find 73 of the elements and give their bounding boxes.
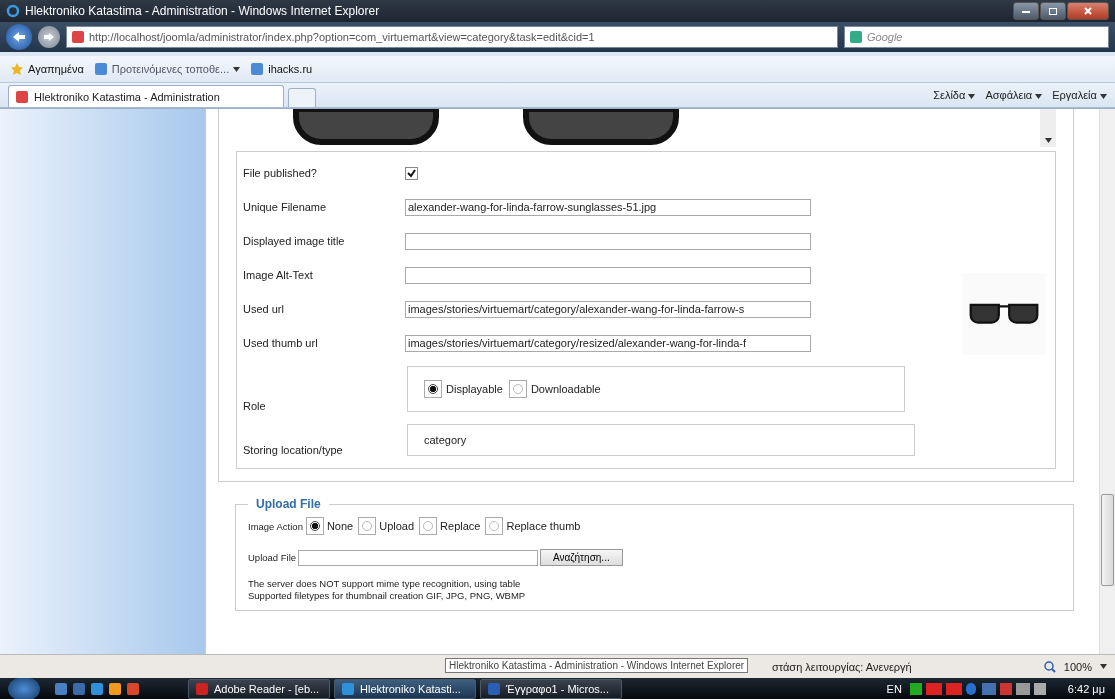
favorites-item[interactable]: Αγαπημένα bbox=[10, 62, 84, 76]
role-radio[interactable] bbox=[512, 384, 523, 394]
field-label: Image Alt-Text bbox=[243, 269, 313, 281]
field-label: Used url bbox=[243, 303, 284, 315]
input-field[interactable]: images/stories/virtuemart/category/alexander-wang-for-linda-farrow-s bbox=[405, 300, 811, 318]
scrollbar[interactable] bbox=[1099, 109, 1115, 654]
clock[interactable]: 6:42 μμ bbox=[1067, 682, 1105, 695]
star-icon bbox=[10, 62, 24, 76]
input-field[interactable]: images/stories/virtuemart/category/resized/alexander-wang-for-linda-f bbox=[405, 334, 811, 352]
tooltip: Hlektroniko Katastima - Administration - Windows Internet Explorer bbox=[445, 658, 749, 673]
field-label: Storing location/type bbox=[243, 444, 343, 456]
browser-tab[interactable]: Hlektroniko Katastima - Administration bbox=[8, 85, 284, 107]
info-text: Supported filetypes for thumbnail creation GIF, JPG, PNG, WBMP bbox=[248, 590, 527, 602]
action-radio[interactable] bbox=[423, 521, 434, 531]
option-label: Upload bbox=[379, 520, 415, 532]
field-label: Upload File bbox=[248, 552, 297, 563]
zoom-control[interactable]: 100% bbox=[1043, 660, 1107, 673]
option-label: None bbox=[326, 520, 354, 532]
taskbar-button[interactable]: Hlektroniko Katasti... bbox=[334, 678, 476, 699]
input-field[interactable] bbox=[405, 232, 811, 250]
field-label: Image Action bbox=[248, 520, 303, 532]
taskbar-button[interactable]: Adobe Reader - [eb... bbox=[188, 678, 330, 699]
storage-value: category bbox=[407, 424, 915, 456]
maximize-button[interactable] bbox=[1040, 2, 1066, 20]
role-radio[interactable] bbox=[428, 384, 438, 394]
window-title: Hlektroniko Katastima - Administration - Windows Internet Explorer bbox=[25, 4, 381, 18]
forward-arrow-icon bbox=[44, 33, 54, 41]
command-menu[interactable]: Εργαλεία bbox=[1052, 89, 1107, 101]
input-field[interactable]: alexander-wang-for-linda-farrow-sunglasses-51.jpg bbox=[405, 198, 811, 216]
option-label: Displayable bbox=[446, 383, 503, 395]
caret-icon bbox=[968, 94, 976, 99]
taskbar-button[interactable]: Έγγραφο1 - Micros... bbox=[480, 678, 622, 699]
input-field[interactable] bbox=[405, 266, 811, 284]
back-arrow-icon bbox=[13, 32, 25, 42]
info-text: The server does NOT support mime type recognition, using table bbox=[248, 578, 522, 590]
maximize-icon bbox=[1049, 7, 1057, 15]
close-button[interactable] bbox=[1067, 2, 1109, 20]
caret-icon bbox=[233, 66, 241, 72]
field-label: Used thumb url bbox=[243, 337, 318, 349]
published-checkbox[interactable] bbox=[405, 166, 418, 180]
favorites-item[interactable]: ihacks.ru bbox=[250, 62, 313, 76]
minimize-icon bbox=[1022, 9, 1030, 13]
minimize-button[interactable] bbox=[1013, 2, 1039, 20]
command-menu[interactable]: Ασφάλεια bbox=[985, 89, 1043, 101]
caret-icon bbox=[1100, 94, 1107, 99]
action-radio[interactable] bbox=[309, 521, 320, 531]
field-label: Unique Filename bbox=[243, 201, 327, 213]
language-indicator[interactable]: EN bbox=[886, 682, 902, 695]
search-field[interactable]: Google bbox=[844, 26, 1109, 48]
scroll-down-icon bbox=[1044, 138, 1052, 143]
field-label: File published? bbox=[243, 167, 317, 179]
action-radio[interactable] bbox=[362, 521, 373, 531]
back-button[interactable] bbox=[6, 24, 32, 50]
start-button[interactable] bbox=[8, 676, 40, 699]
option-label: Downloadable bbox=[530, 383, 601, 395]
option-label: Replace thumb bbox=[506, 520, 581, 532]
file-input-field[interactable] bbox=[298, 549, 539, 566]
option-label: Replace bbox=[440, 520, 481, 532]
forward-button[interactable] bbox=[38, 26, 60, 48]
action-radio[interactable] bbox=[489, 521, 500, 531]
zoom-icon bbox=[1043, 660, 1056, 673]
browse-button[interactable]: Αναζήτηση... bbox=[540, 549, 623, 566]
field-label: Displayed image title bbox=[243, 235, 345, 247]
section-title: Upload File bbox=[248, 497, 329, 511]
scrollbar[interactable] bbox=[1040, 109, 1056, 147]
caret-icon bbox=[1100, 664, 1107, 669]
field-label: Role bbox=[243, 400, 266, 412]
caret-icon bbox=[1035, 94, 1043, 99]
command-menu[interactable]: Σελίδα bbox=[933, 89, 976, 101]
status-text: στάση λειτουργίας: Ανενεργή bbox=[772, 660, 912, 673]
favorites-item[interactable]: Προτεινόμενες τοποθε... bbox=[93, 62, 241, 76]
address-field[interactable]: http://localhost/joomla/administrator/index.php?option=com_virtuemart&view=category&task=edit&cid=1 bbox=[66, 26, 838, 48]
close-icon bbox=[1084, 7, 1092, 15]
